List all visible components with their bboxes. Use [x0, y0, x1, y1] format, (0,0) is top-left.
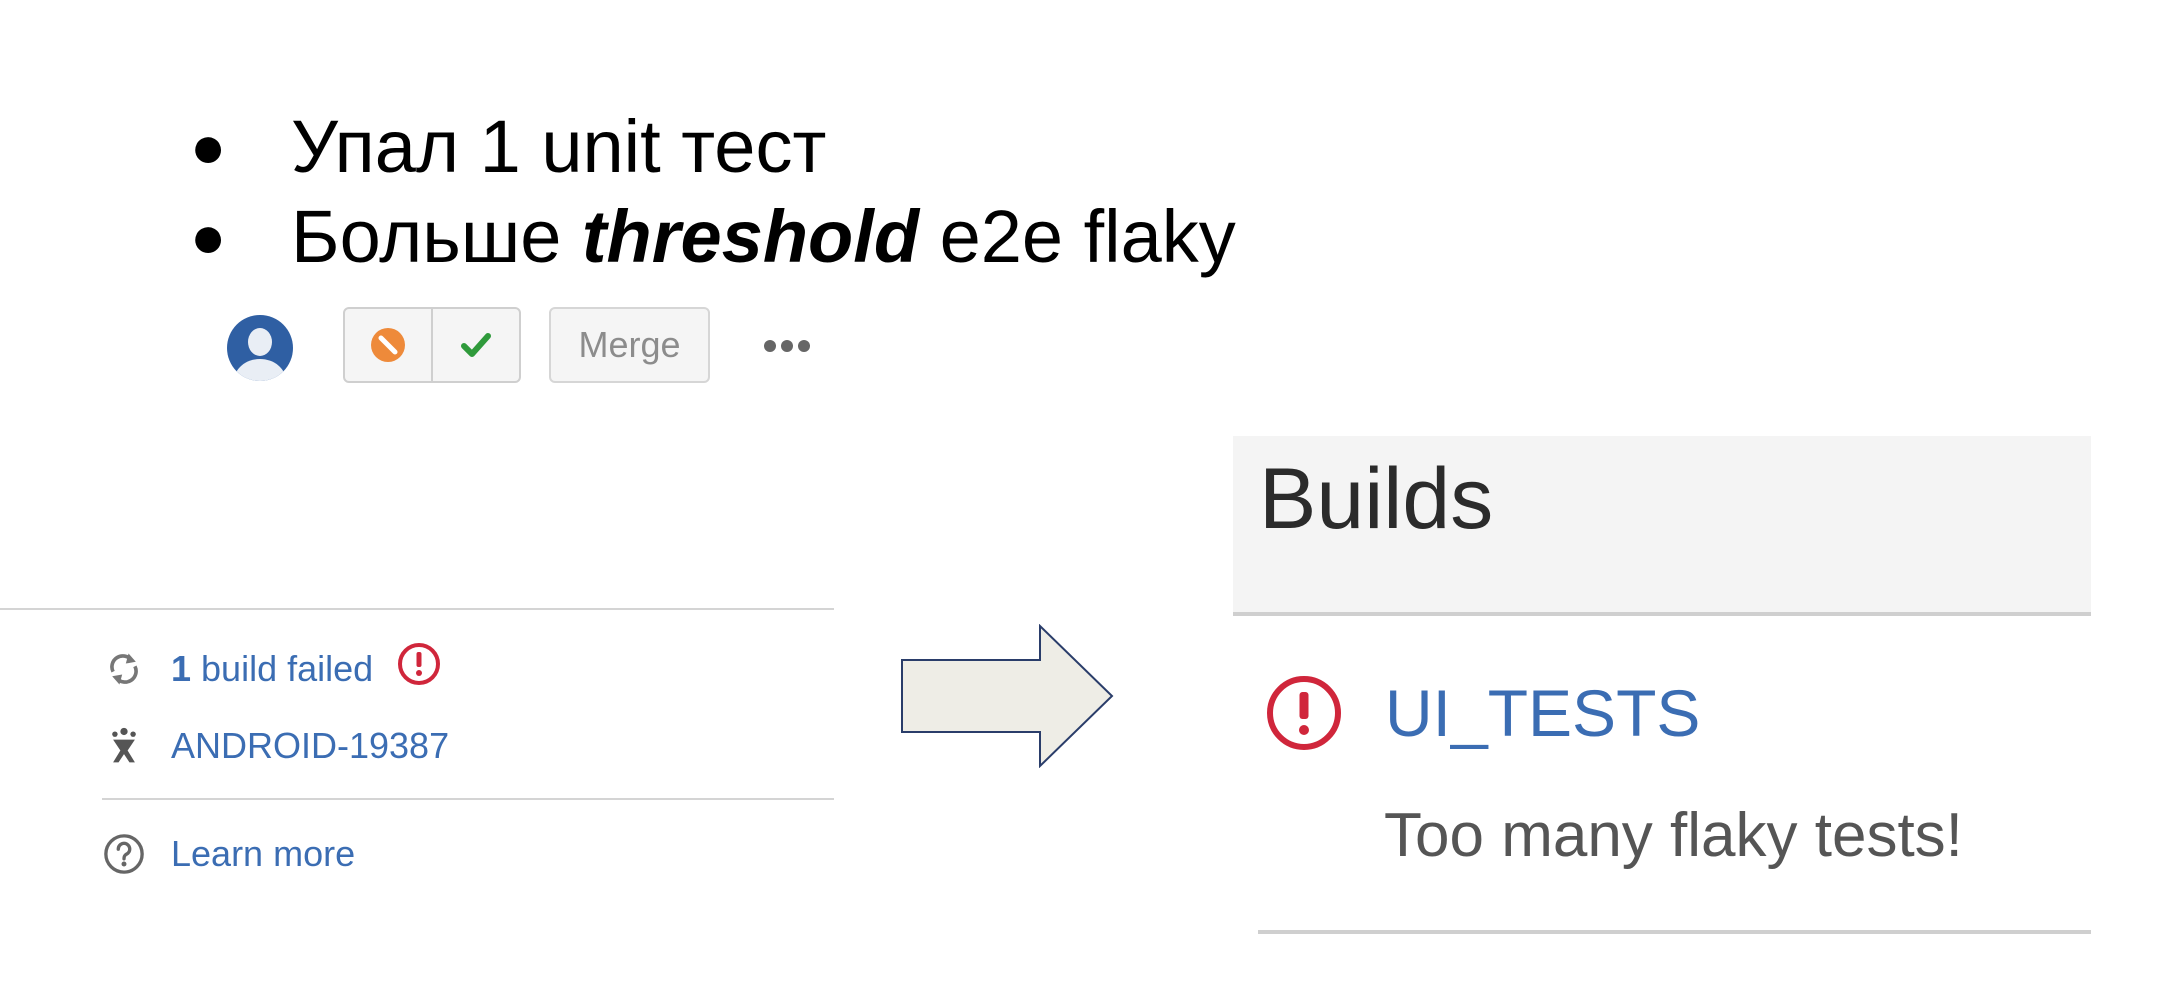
jira-issue-row: ANDROID-19387 [102, 724, 449, 768]
merge-button[interactable]: Merge [549, 307, 710, 383]
jira-icon [102, 724, 146, 768]
build-description: Too many flaky tests! [1384, 801, 1963, 870]
sync-icon [102, 647, 146, 691]
build-status-row: 1 build failed [102, 642, 441, 695]
build-failed-count: 1 [171, 647, 192, 689]
user-avatar-icon [227, 315, 293, 381]
build-item: UI_TESTS [1265, 674, 1700, 752]
divider [102, 798, 834, 800]
approve-button[interactable] [431, 309, 519, 381]
decline-button[interactable] [345, 309, 431, 381]
bullet-dot: ● [190, 113, 227, 180]
error-icon [397, 642, 441, 695]
help-icon [102, 832, 146, 876]
bullet-text-suffix: e2e flaky [919, 195, 1236, 278]
learn-more-row: Learn more [102, 832, 355, 876]
bullet-item: ● Больше threshold e2e flaky [190, 192, 1236, 282]
right-arrow-icon [901, 624, 1114, 768]
check-icon [461, 333, 491, 357]
learn-more-link[interactable]: Learn more [171, 833, 355, 875]
bullet-item: ● Упал 1 unit тест [190, 102, 1236, 192]
build-failed-label: build failed [201, 647, 374, 689]
more-actions-button[interactable] [760, 326, 814, 366]
divider [0, 608, 834, 610]
ban-icon [371, 328, 405, 362]
builds-header: Builds [1233, 436, 2091, 616]
bullet-text-prefix: Больше [291, 195, 582, 278]
builds-title: Builds [1259, 451, 1494, 547]
bullet-dot: ● [190, 203, 227, 270]
avatar[interactable] [227, 315, 293, 381]
build-name-link[interactable]: UI_TESTS [1385, 675, 1700, 751]
build-failed-link[interactable]: 1 build failed [171, 648, 373, 690]
review-button-group [343, 307, 521, 383]
jira-issue-link[interactable]: ANDROID-19387 [171, 725, 449, 767]
bullet-list: ● Упал 1 unit тест ● Больше threshold e2… [190, 102, 1236, 282]
divider [1258, 930, 2091, 934]
more-dots-icon [764, 340, 810, 352]
bullet-text: Упал 1 unit тест [291, 105, 827, 188]
bullet-emphasis: threshold [581, 195, 920, 278]
error-icon [1267, 676, 1341, 750]
